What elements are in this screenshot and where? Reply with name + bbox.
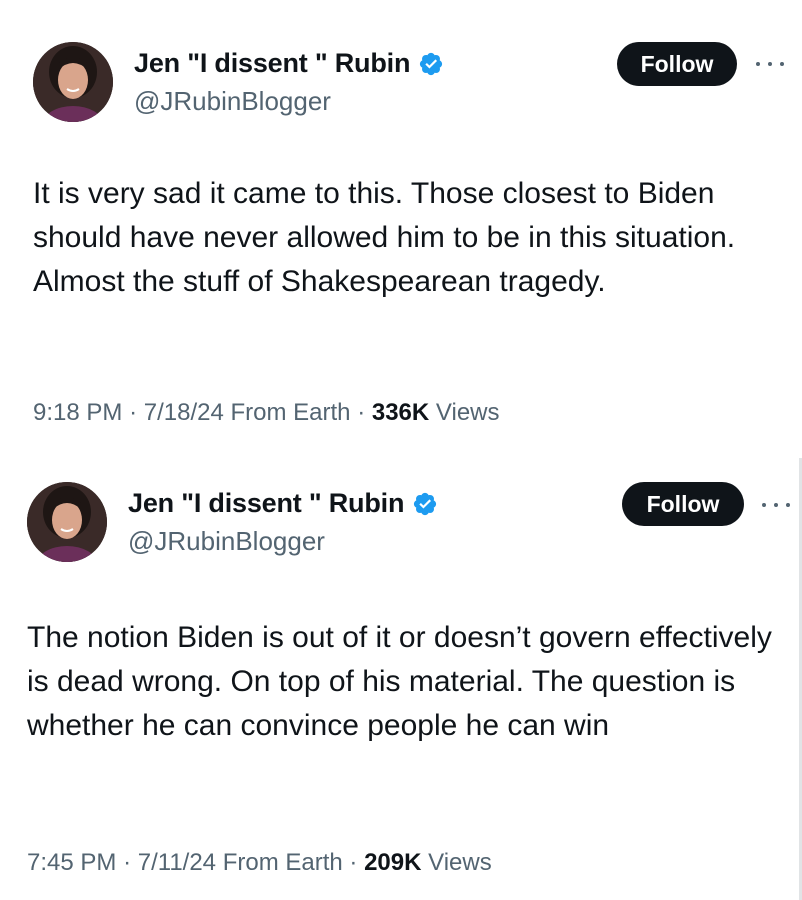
avatar-image [33, 42, 113, 122]
more-horizontal-icon[interactable] [756, 57, 784, 71]
author-handle[interactable]: @JRubinBlogger [128, 526, 325, 557]
tweet-1: Jen "I dissent " Rubin @JRubinBlogger Fo… [0, 0, 802, 450]
tweet-date[interactable]: 7/18/24 [144, 399, 224, 426]
tweet-2: Jen "I dissent " Rubin @JRubinBlogger Fo… [0, 458, 802, 900]
author-display-name[interactable]: Jen "I dissent " Rubin [128, 488, 404, 519]
meta-separator: · [129, 399, 138, 426]
tweet-meta: 9:18 PM · 7/18/24 From Earth · 336K View… [33, 399, 500, 427]
author-name-row: Jen "I dissent " Rubin [128, 488, 438, 519]
tweet-date[interactable]: 7/11/24 [138, 849, 216, 876]
tweet-time[interactable]: 7:45 PM [27, 849, 116, 876]
more-horizontal-icon[interactable] [762, 498, 790, 512]
tweet-time[interactable]: 9:18 PM [33, 399, 122, 426]
tweet-text: The notion Biden is out of it or doesn’t… [27, 621, 772, 742]
follow-button[interactable]: Follow [617, 42, 737, 86]
author-name-row: Jen "I dissent " Rubin [134, 48, 444, 79]
verified-badge-icon [418, 51, 444, 77]
author-display-name[interactable]: Jen "I dissent " Rubin [134, 48, 410, 79]
tweet-meta: 7:45 PM · 7/11/24 From Earth · 209K View… [27, 849, 492, 877]
meta-separator: · [349, 849, 358, 876]
meta-separator: · [357, 399, 366, 426]
views-label: Views [435, 399, 500, 426]
author-handle[interactable]: @JRubinBlogger [134, 86, 331, 117]
avatar-image [27, 482, 107, 562]
tweet-text: It is very sad it came to this. Those cl… [33, 177, 736, 298]
avatar[interactable] [33, 42, 113, 122]
follow-button[interactable]: Follow [622, 482, 744, 526]
tweet-source: From Earth [222, 849, 343, 876]
avatar[interactable] [27, 482, 107, 562]
meta-separator: · [123, 849, 132, 876]
verified-badge-icon [412, 491, 438, 517]
views-count[interactable]: 336K [372, 399, 429, 426]
views-count[interactable]: 209K [364, 849, 421, 876]
tweet-source: From Earth [230, 399, 351, 426]
views-label: Views [428, 849, 492, 876]
